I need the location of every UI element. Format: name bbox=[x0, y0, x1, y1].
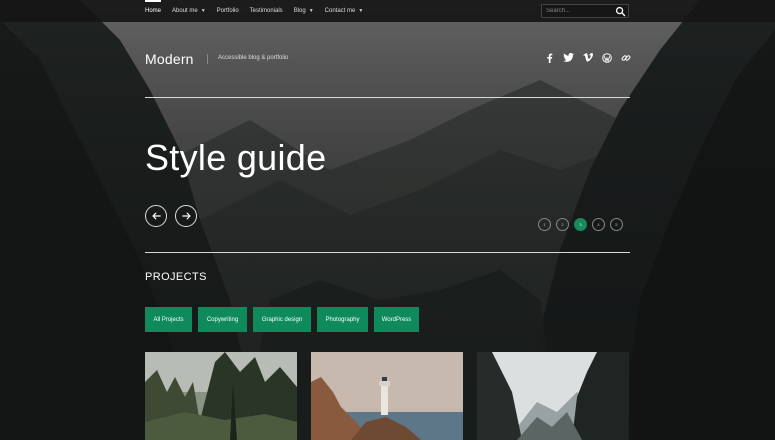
filter-wordpress-button[interactable]: WordPress bbox=[374, 307, 419, 332]
nav-item-contact-me[interactable]: Contact me ▼ bbox=[325, 0, 364, 22]
project-thumbnail-lighthouse[interactable] bbox=[311, 352, 463, 440]
twitter-icon[interactable] bbox=[563, 52, 574, 63]
slider-dot[interactable]: 5 bbox=[610, 218, 623, 231]
filter-all-projects-button[interactable]: All Projects bbox=[145, 307, 192, 332]
slider-dot[interactable]: 4 bbox=[592, 218, 605, 231]
main-navigation: Home About me ▼ Portfolio Testimonials B… bbox=[145, 0, 374, 22]
filter-graphic-design-button[interactable]: Graphic design bbox=[253, 307, 311, 332]
slider-prev-button[interactable] bbox=[145, 205, 167, 227]
link-icon[interactable] bbox=[620, 52, 631, 63]
slider-pagination: 1 2 3 4 5 bbox=[538, 218, 623, 231]
nav-item-label: Blog bbox=[293, 8, 306, 14]
nav-item-portfolio[interactable]: Portfolio bbox=[217, 0, 239, 22]
vimeo-icon[interactable] bbox=[582, 52, 593, 63]
arrow-left-icon bbox=[151, 212, 161, 220]
arrow-right-icon bbox=[181, 212, 191, 220]
slider-dot-active[interactable]: 3 bbox=[574, 218, 587, 231]
project-thumbnail-valley[interactable] bbox=[477, 352, 629, 440]
nav-item-label: About me bbox=[172, 8, 198, 14]
top-navigation-bar bbox=[0, 0, 775, 22]
search-icon[interactable] bbox=[615, 6, 626, 17]
site-tagline: Accessible blog & portfolio bbox=[218, 55, 289, 61]
header-divider bbox=[145, 97, 630, 98]
nav-item-blog[interactable]: Blog ▼ bbox=[294, 0, 314, 22]
chevron-down-icon: ▼ bbox=[358, 8, 364, 14]
social-links bbox=[544, 52, 631, 63]
filter-copywriting-button[interactable]: Copywriting bbox=[198, 307, 247, 332]
chevron-down-icon: ▼ bbox=[200, 8, 206, 14]
nav-item-about-me[interactable]: About me ▼ bbox=[172, 0, 206, 22]
project-thumbnail-forest[interactable] bbox=[145, 352, 297, 440]
nav-item-testimonials[interactable]: Testimonials bbox=[250, 0, 283, 22]
nav-item-label: Portfolio bbox=[216, 8, 239, 14]
wordpress-icon[interactable] bbox=[601, 52, 612, 63]
facebook-icon[interactable] bbox=[544, 52, 555, 63]
projects-heading: PROJECTS bbox=[145, 271, 207, 283]
slider-dot[interactable]: 2 bbox=[556, 218, 569, 231]
nav-item-label: Home bbox=[145, 8, 162, 14]
page-title: Style guide bbox=[145, 137, 327, 178]
nav-item-label: Contact me bbox=[324, 8, 356, 14]
page: Home About me ▼ Portfolio Testimonials B… bbox=[0, 0, 775, 440]
hero-divider bbox=[145, 252, 630, 253]
search-box bbox=[541, 4, 629, 18]
nav-item-home[interactable]: Home bbox=[145, 0, 162, 22]
slider-next-button[interactable] bbox=[175, 205, 197, 227]
search-input[interactable] bbox=[546, 6, 612, 16]
brand-divider bbox=[207, 54, 208, 64]
slider-dot[interactable]: 1 bbox=[538, 218, 551, 231]
site-brand[interactable]: Modern bbox=[145, 51, 194, 67]
nav-item-label: Testimonials bbox=[249, 8, 283, 14]
project-filters: All Projects Copywriting Graphic design … bbox=[145, 307, 419, 332]
filter-photography-button[interactable]: Photography bbox=[317, 307, 368, 332]
chevron-down-icon: ▼ bbox=[308, 8, 314, 14]
